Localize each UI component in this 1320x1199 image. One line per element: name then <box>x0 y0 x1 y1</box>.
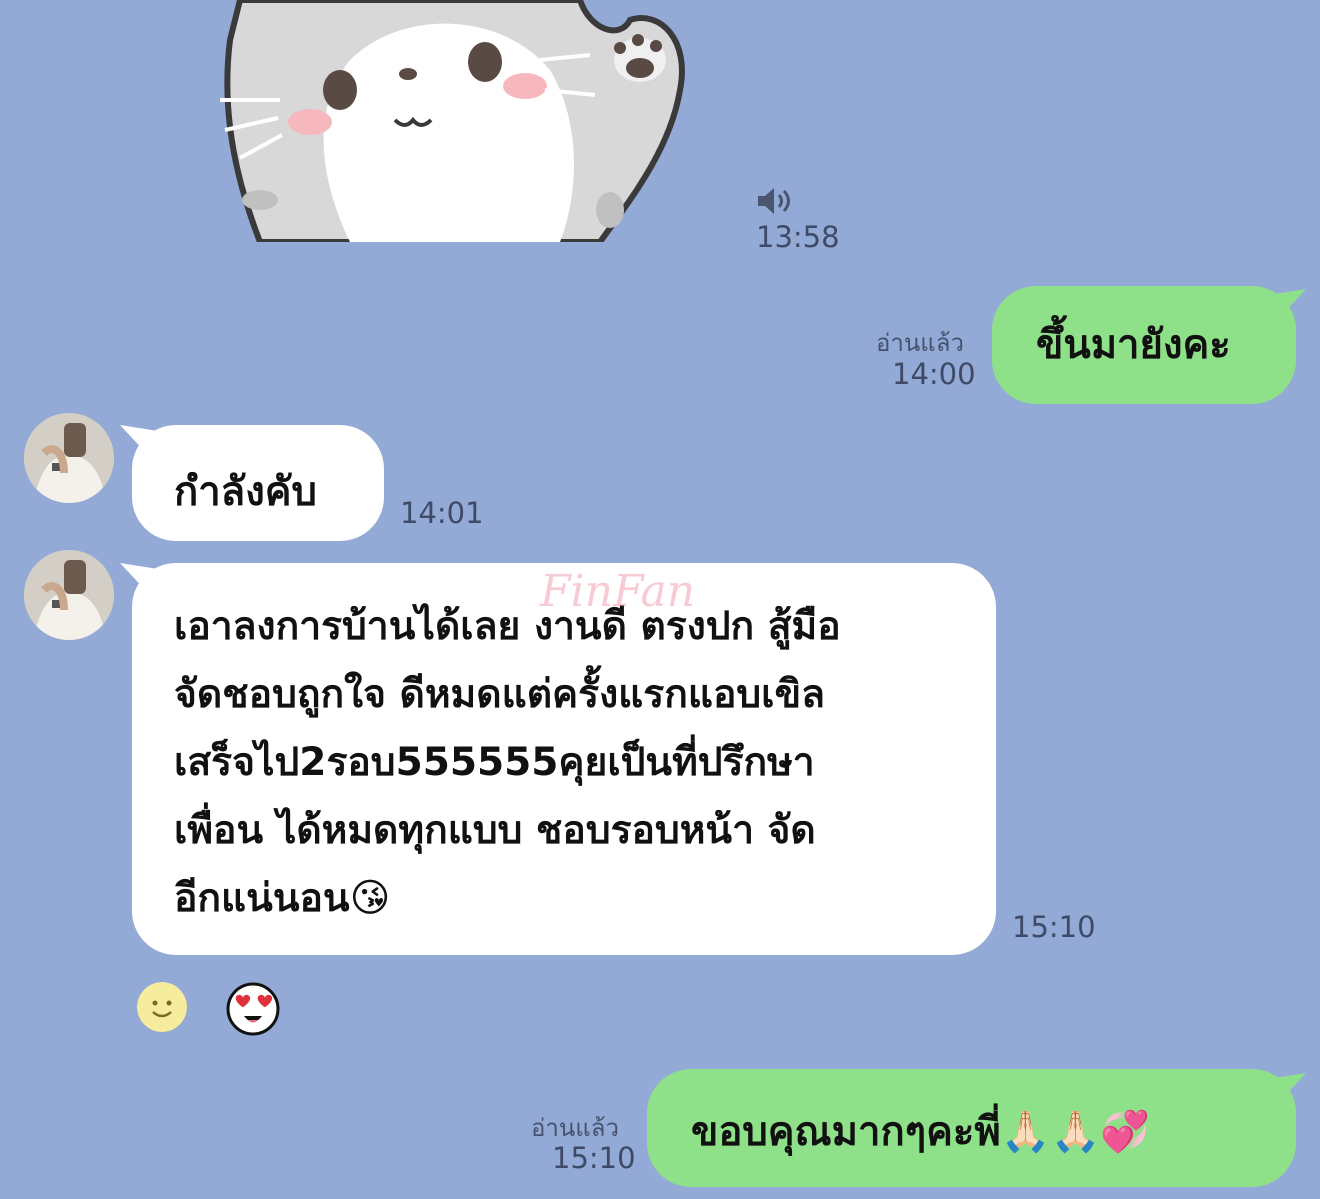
message-time: 14:01 <box>400 496 484 530</box>
bubble-tail <box>1268 289 1306 319</box>
message-time: 15:10 <box>552 1141 636 1175</box>
watermark: FinFan <box>540 566 696 617</box>
message-line: อีกแน่นอน😘 <box>174 876 391 921</box>
message-line: เพื่อน ได้หมดทุกแบบ ชอบรอบหน้า จัด <box>174 808 816 853</box>
message-line: เอาลงการบ้านได้เลย งานดี ตรงปก สู้มือ <box>174 604 841 649</box>
message-text: กำลังคับ <box>174 469 317 515</box>
message-time: 14:00 <box>892 357 976 391</box>
bubble-tail <box>1268 1073 1306 1103</box>
incoming-message-bubble[interactable]: เอาลงการบ้านได้เลย งานดี ตรงปก สู้มือ จั… <box>132 563 996 955</box>
smile-reaction-icon[interactable] <box>137 982 187 1032</box>
message-text: ขึ้นมายังคะ <box>1036 322 1231 368</box>
message-text: เอาลงการบ้านได้เลย งานดี ตรงปก สู้มือ จั… <box>174 593 841 933</box>
avatar[interactable] <box>24 413 114 503</box>
avatar[interactable] <box>24 550 114 640</box>
message-text: ขอบคุณมากๆคะพี่🙏🏻🙏🏻💞 <box>691 1109 1151 1155</box>
outgoing-message-bubble[interactable]: ขอบคุณมากๆคะพี่🙏🏻🙏🏻💞 <box>647 1069 1296 1187</box>
message-time: 15:10 <box>1012 910 1096 944</box>
outgoing-message-bubble[interactable]: ขึ้นมายังคะ <box>992 286 1296 404</box>
cat-sticker[interactable] <box>200 0 700 242</box>
incoming-message-bubble[interactable]: กำลังคับ <box>132 425 384 541</box>
heart-eyes-reaction-icon[interactable] <box>226 982 280 1036</box>
message-time: 13:58 <box>756 220 840 254</box>
message-line: จัดชอบถูกใจ ดีหมดแต่ครั้งแรกแอบเขิล <box>174 672 826 717</box>
speaker-icon[interactable] <box>756 186 792 216</box>
message-line: เสร็จไป2รอบ555555คุยเป็นที่ปรึกษา <box>174 740 815 785</box>
